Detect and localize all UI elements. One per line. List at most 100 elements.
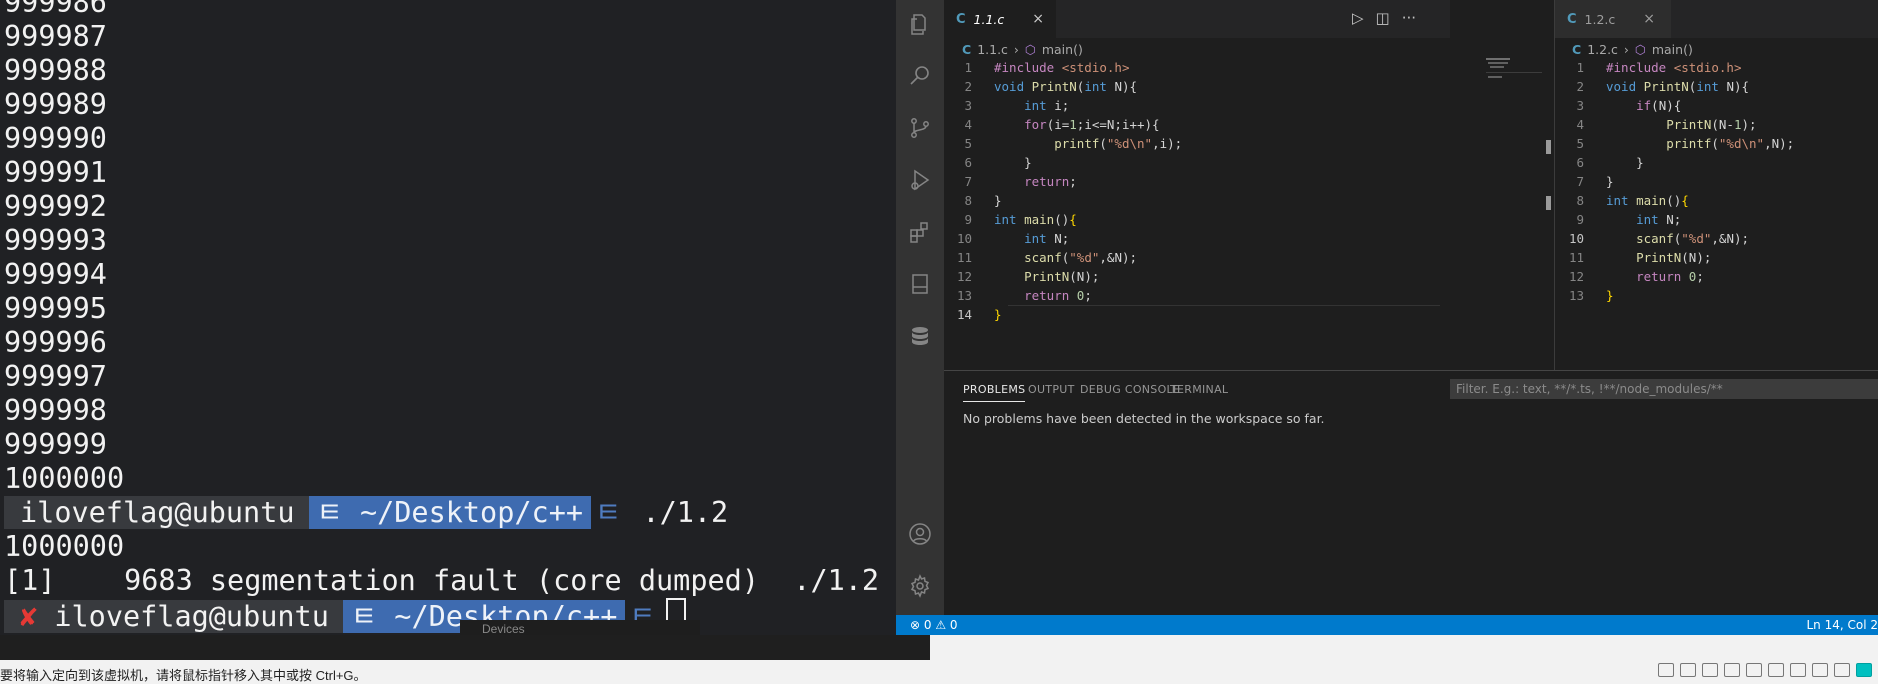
code-line[interactable]: 12 PrintN(N); — [944, 267, 1182, 286]
extensions-icon[interactable] — [908, 220, 932, 244]
close-icon[interactable]: × — [1032, 11, 1044, 27]
search-icon[interactable] — [908, 64, 932, 88]
code-line[interactable]: 2 void PrintN(int N){ — [944, 77, 1182, 96]
line-number: 1 — [1576, 60, 1584, 75]
code-token: <stdio.h> — [1673, 60, 1742, 75]
display-icon[interactable] — [1790, 663, 1806, 677]
terminal-line: 999989 — [4, 88, 107, 121]
code-line[interactable]: 12 return 0; — [1556, 267, 1794, 286]
code-token: N){ — [1114, 79, 1138, 94]
code-line[interactable]: 9 int N; — [1556, 210, 1794, 229]
code-line[interactable]: 1 #include <stdio.h> — [1556, 58, 1794, 77]
code-line[interactable]: 10 int N; — [944, 229, 1182, 248]
terminal-window[interactable]: 999986 999987 999988 999989 999990 999991 9999… — [0, 0, 896, 635]
code-line[interactable]: 7 return; — [944, 172, 1182, 191]
cd-icon[interactable] — [1680, 663, 1696, 677]
network-icon[interactable] — [1724, 663, 1740, 677]
code-line[interactable]: 13 return 0; — [944, 286, 1182, 305]
terminal-line: 999999 — [4, 428, 107, 461]
code-line[interactable]: 6 } — [1556, 153, 1794, 172]
run-icon[interactable]: ▷ — [1352, 9, 1364, 27]
terminal-line: 999991 — [4, 156, 107, 189]
settings-gear-icon[interactable] — [908, 574, 932, 598]
code-editor-right[interactable]: 1 #include <stdio.h> 2 void PrintN (int N){3… — [1556, 58, 1794, 305]
host-key-icon[interactable] — [1856, 663, 1872, 677]
code-line[interactable]: 11 scanf("%d",&N); — [944, 248, 1182, 267]
terminal-output: 999986 999987 999988 999989 999990 999991 9999… — [4, 0, 879, 633]
breadcrumb-file[interactable]: 1.1.c — [977, 42, 1008, 57]
account-icon[interactable] — [908, 522, 932, 546]
more-actions-icon[interactable]: ··· — [1402, 9, 1416, 27]
code-token: return — [1024, 288, 1077, 303]
breadcrumb-file[interactable]: 1.2.c — [1587, 42, 1618, 57]
code-line[interactable]: 3 int i; — [944, 96, 1182, 115]
audio-icon[interactable] — [1702, 663, 1718, 677]
code-line[interactable]: 14} — [944, 305, 1182, 324]
shared-folder-icon[interactable] — [1768, 663, 1784, 677]
database-icon[interactable] — [908, 324, 932, 348]
code-line[interactable]: 4 PrintN(N-1); — [1556, 115, 1794, 134]
code-line[interactable]: 10 scanf("%d",&N); — [1556, 229, 1794, 248]
scrollbar-thumb[interactable] — [1546, 140, 1551, 154]
terminal-line: 999988 — [4, 54, 107, 87]
code-line[interactable]: 4 for(i=1;i<=N;i++){ — [944, 115, 1182, 134]
code-line[interactable]: 8 int main(){ — [1556, 191, 1794, 210]
code-line[interactable]: 1 #include <stdio.h> — [944, 58, 1182, 77]
code-token: return — [1636, 269, 1689, 284]
tab-1-2-c[interactable]: C 1.2.c × — [1555, 0, 1671, 38]
prompt-user-text: iloveflag@ubuntu — [54, 600, 329, 633]
line-number: 2 — [964, 79, 972, 94]
code-line[interactable]: 5 printf("%d\n",N); — [1556, 134, 1794, 153]
code-line[interactable]: 8} — [944, 191, 1182, 210]
code-token: "%d" — [1069, 250, 1100, 265]
tab-problems[interactable]: PROBLEMS — [963, 383, 1026, 402]
tab-output[interactable]: OUTPUT — [1028, 383, 1075, 396]
split-editor-icon[interactable]: ◫ — [1376, 9, 1390, 27]
code-token: ; — [1084, 288, 1092, 303]
hdd-icon[interactable] — [1658, 663, 1674, 677]
status-cursor-position[interactable]: Ln 14, Col 2 — [1806, 615, 1878, 635]
code-token: (N- — [1711, 117, 1734, 132]
tab-label: 1.2.c — [1584, 11, 1616, 27]
code-line[interactable]: 2 void PrintN(int N){ — [1556, 77, 1794, 96]
c-file-icon: C — [1572, 41, 1582, 57]
breadcrumb: C 1.1.c › ⬡ main() — [962, 38, 1083, 60]
line-number: 4 — [964, 117, 972, 132]
run-debug-icon[interactable] — [908, 168, 932, 192]
recording-icon[interactable] — [1812, 663, 1828, 677]
tab-1-1-c[interactable]: C 1.1.c × — [944, 0, 1056, 38]
code-line[interactable]: 13} — [1556, 286, 1794, 305]
mouse-icon[interactable] — [1834, 663, 1850, 677]
tab-terminal[interactable]: TERMINAL — [1170, 383, 1228, 396]
minimap[interactable] — [1486, 58, 1542, 86]
code-line[interactable]: 7} — [1556, 172, 1794, 191]
code-editor-left[interactable]: 1 #include <stdio.h> 2 void PrintN (int N){3… — [944, 58, 1182, 324]
breadcrumb: C 1.2.c › ⬡ main() — [1572, 38, 1693, 60]
tab-debug-console[interactable]: DEBUG CONSOLE — [1080, 383, 1180, 396]
code-line[interactable]: 5 printf("%d\n",i); — [944, 134, 1182, 153]
explorer-icon[interactable] — [908, 12, 932, 36]
code-line[interactable]: 6 } — [944, 153, 1182, 172]
code-token: } — [994, 193, 1002, 208]
code-token: (i= — [1046, 117, 1070, 132]
scrollbar-thumb[interactable] — [1546, 196, 1551, 210]
code-line[interactable]: 3 if(N){ — [1556, 96, 1794, 115]
source-control-icon[interactable] — [908, 116, 932, 140]
no-problems-message: No problems have been detected in the wo… — [963, 411, 1325, 426]
status-problems[interactable]: ⊗ 0 ⚠ 0 — [910, 615, 958, 635]
problems-filter-input[interactable]: Filter. E.g.: text, **/*.ts, !**/node_mo… — [1450, 379, 1878, 399]
close-icon[interactable]: × — [1643, 11, 1655, 27]
vm-status-tray — [1658, 663, 1872, 677]
code-line[interactable]: 9 int main(){ — [944, 210, 1182, 229]
usb-icon[interactable] — [1746, 663, 1762, 677]
breadcrumb-symbol[interactable]: main() — [1652, 42, 1693, 57]
chevron-right-icon: › — [1013, 41, 1019, 57]
terminal-active-prompt[interactable]: ✘ iloveflag@ubuntu ㅌ ~/Desktop/c++ ㅌ — [4, 598, 879, 633]
breadcrumb-symbol[interactable]: main() — [1042, 42, 1083, 57]
remote-explorer-icon[interactable] — [908, 272, 932, 296]
terminal-line: 999990 — [4, 122, 107, 155]
code-token: () — [1054, 212, 1070, 227]
code-token: int — [1606, 193, 1637, 208]
code-line[interactable]: 11 PrintN(N); — [1556, 248, 1794, 267]
